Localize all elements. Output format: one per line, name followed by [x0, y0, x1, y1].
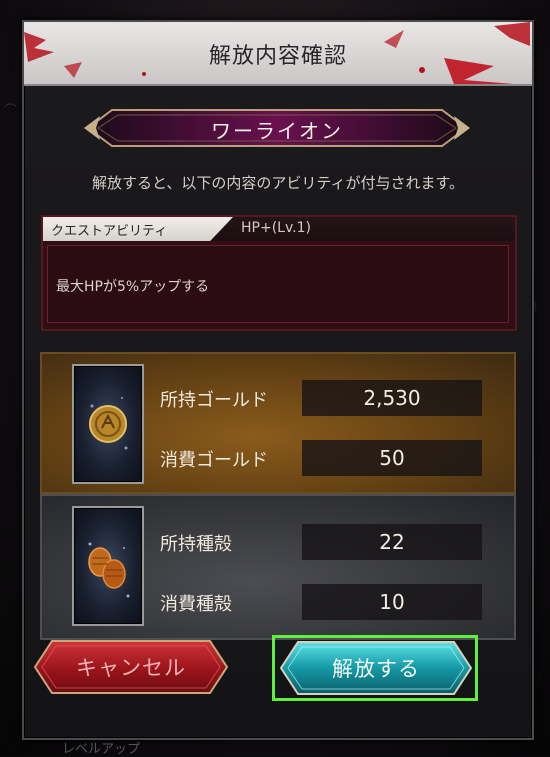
- seed-owned-label: 所持種殻: [160, 534, 232, 555]
- unlock-button[interactable]: 解放する: [278, 639, 474, 697]
- ability-description-box: 最大HPが5%アップする: [47, 245, 509, 323]
- background-level-up-text: レベルアップ: [62, 742, 141, 757]
- gold-cost-label: 消費ゴールド: [160, 450, 268, 471]
- ability-description: 最大HPが5%アップする: [56, 279, 210, 295]
- unlock-button-label: 解放する: [332, 657, 420, 681]
- ability-tab-bar: クエストアビリティ HP+(Lv.1): [43, 217, 515, 241]
- gold-cost-box: 50: [302, 440, 482, 476]
- character-name-plate: ワーライオン: [82, 106, 472, 150]
- seed-owned-box: 22: [302, 524, 482, 560]
- seed-cost-box: 10: [302, 584, 482, 620]
- seed-cost-label: 消費種殻: [160, 594, 232, 615]
- seed-owned-value: 22: [379, 530, 405, 554]
- gold-cost-value: 50: [379, 446, 405, 470]
- ability-panel: クエストアビリティ HP+(Lv.1) 最大HPが5%アップする: [41, 215, 517, 331]
- cancel-button[interactable]: キャンセル: [32, 638, 230, 696]
- cancel-button-label: キャンセル: [76, 656, 186, 680]
- seed-cost-value: 10: [379, 590, 405, 614]
- background-decoration: ⌒: [4, 104, 18, 119]
- unlock-info-text: 解放すると、以下の内容のアビリティが付与されます。: [91, 174, 464, 192]
- seed-cost-panel: 所持種殻 22 消費種殻 10: [40, 494, 516, 640]
- gold-owned-value: 2,530: [363, 386, 421, 410]
- ability-tab-label: クエストアビリティ: [51, 224, 168, 239]
- ability-tab: クエストアビリティ: [43, 217, 233, 241]
- gold-owned-box: 2,530: [302, 380, 482, 416]
- gold-coin-icon: [72, 364, 144, 484]
- gold-cost-panel: 所持ゴールド 2,530 消費ゴールド 50: [40, 352, 516, 494]
- gold-owned-label: 所持ゴールド: [160, 390, 268, 411]
- seed-husk-icon: [72, 506, 144, 626]
- ability-level: HP+(Lv.1): [241, 220, 311, 236]
- dialog-title: 解放内容確認: [208, 44, 347, 69]
- unlock-confirm-dialog: 解放内容確認 ワーライオン 解放すると、以下の内容のアビリティが付与されます。 …: [22, 20, 534, 740]
- dialog-header: 解放内容確認: [24, 22, 532, 86]
- character-name: ワーライオン: [211, 119, 343, 143]
